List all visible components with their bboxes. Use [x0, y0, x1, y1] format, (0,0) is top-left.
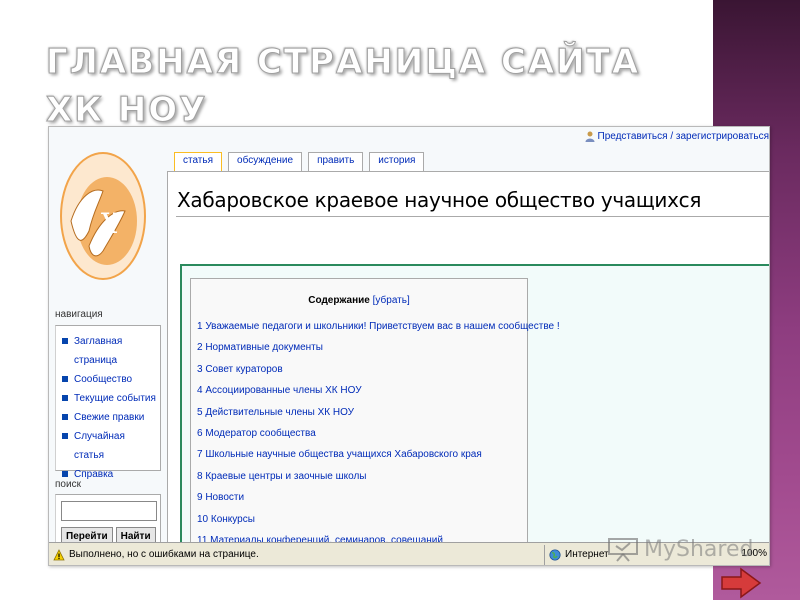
- slide-title: ГЛАВНАЯ СТРАНИЦА САЙТА ХК НОУ: [46, 38, 666, 134]
- main-page-box: Содержание [убрать] 1 Уважаемые педагоги…: [180, 264, 769, 564]
- presentation-icon: [608, 538, 638, 562]
- sidebar-item-label: Текущие события: [74, 393, 156, 404]
- sidebar-item-label: Свежие правки: [74, 412, 145, 423]
- page-title: Хабаровское краевое научное общество уча…: [177, 188, 702, 212]
- search-heading: поиск: [55, 479, 81, 490]
- sidebar-item-recent-changes[interactable]: Свежие правки: [60, 408, 156, 427]
- zone-label: Интернет: [565, 549, 609, 560]
- bullet-icon: [62, 433, 68, 439]
- sidebar-item-main-page[interactable]: Заглавная страница: [60, 332, 156, 370]
- toc-item[interactable]: 2 Нормативные документы: [197, 337, 521, 358]
- tab-article[interactable]: статья: [174, 152, 223, 171]
- globe-icon: [549, 548, 561, 561]
- watermark: MyShared: [606, 536, 753, 562]
- bullet-icon: [62, 414, 68, 420]
- toc-item[interactable]: 5 Действительные члены ХК НОУ: [197, 402, 521, 423]
- tab-history[interactable]: история: [369, 152, 425, 171]
- search-input[interactable]: [61, 500, 157, 521]
- toc-heading: Содержание: [308, 295, 370, 306]
- status-text: Выполнено, но с ошибками на странице.: [69, 549, 259, 560]
- status-message[interactable]: Выполнено, но с ошибками на странице.: [49, 548, 544, 561]
- bullet-icon: [62, 376, 68, 382]
- toc-item[interactable]: 7 Школьные научные общества учащихся Хаб…: [197, 444, 521, 465]
- tab-edit[interactable]: править: [308, 152, 364, 171]
- toc-item[interactable]: 1 Уважаемые педагоги и школьники! Привет…: [197, 316, 560, 337]
- bullet-icon: [62, 395, 68, 401]
- login-link[interactable]: Представиться / зарегистрироваться: [598, 131, 770, 142]
- watermark-text: MyShared: [644, 536, 754, 562]
- user-links[interactable]: Представиться / зарегистрироваться: [585, 131, 770, 142]
- table-of-contents: Содержание [убрать] 1 Уважаемые педагоги…: [190, 278, 560, 558]
- title-divider: [176, 216, 769, 217]
- security-zone[interactable]: Интернет: [544, 544, 609, 565]
- tab-discussion[interactable]: обсуждение: [228, 152, 303, 171]
- navigation-heading: навигация: [55, 309, 103, 320]
- toc-item[interactable]: 10 Конкурсы: [197, 509, 521, 530]
- logo-letter: Х: [97, 207, 120, 240]
- bullet-icon: [62, 471, 68, 477]
- sidebar-item-random-article[interactable]: Случайная статья: [60, 427, 156, 465]
- site-logo[interactable]: Х: [59, 151, 147, 281]
- toc-toggle-link[interactable]: [убрать]: [373, 295, 410, 306]
- sidebar-item-current-events[interactable]: Текущие события: [60, 389, 156, 408]
- toc-item[interactable]: 4 Ассоциированные члены ХК НОУ: [197, 380, 521, 401]
- sidebar-item-community[interactable]: Сообщество: [60, 370, 156, 389]
- slide-title-line-1: ГЛАВНАЯ СТРАНИЦА САЙТА: [46, 42, 641, 83]
- bullet-icon: [62, 338, 68, 344]
- toc-title: Содержание [убрать]: [197, 295, 521, 306]
- sidebar-item-label: Заглавная страница: [74, 336, 123, 366]
- browser-screenshot: Представиться / зарегистрироваться Х ста…: [48, 126, 770, 566]
- content-area: Хабаровское краевое научное общество уча…: [167, 171, 769, 564]
- sidebar-item-label: Случайная статья: [74, 431, 125, 461]
- navigation-portlet: Заглавная страница Сообщество Текущие со…: [55, 325, 161, 480]
- page-tabs: статья обсуждение править история: [174, 152, 425, 171]
- toc-item[interactable]: 8 Краевые центры и заочные школы: [197, 466, 521, 487]
- sidebar-item-label: Сообщество: [74, 374, 133, 385]
- next-slide-arrow-icon[interactable]: [719, 566, 763, 600]
- warning-icon: [53, 548, 65, 560]
- toc-item[interactable]: 3 Совет кураторов: [197, 359, 521, 380]
- toc-item[interactable]: 9 Новости: [197, 487, 521, 508]
- wiki-page: Представиться / зарегистрироваться Х ста…: [49, 127, 770, 564]
- toc-item[interactable]: 6 Модератор сообщества: [197, 423, 521, 444]
- user-icon: [585, 131, 594, 142]
